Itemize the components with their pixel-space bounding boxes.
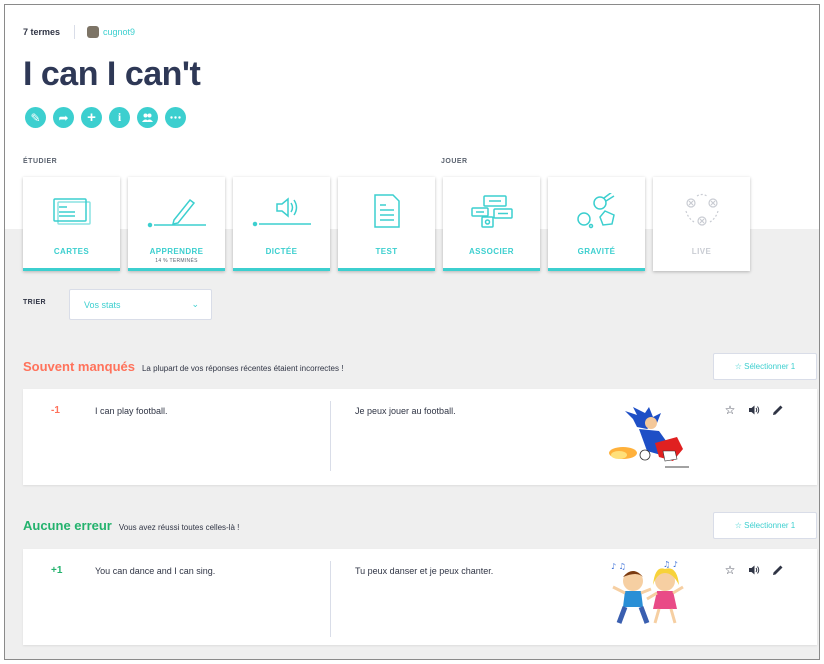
flashcards-icon [52,198,91,225]
add-button[interactable]: + [81,107,102,128]
mode-label: LIVE [691,247,712,256]
gravity-icon [576,193,615,229]
study-section-label: ÉTUDIER [23,158,58,165]
pencil-icon[interactable] [771,403,785,417]
term-divider [330,401,331,471]
group-title: Souvent manqués [23,359,135,374]
term-row: -1 I can play football. Je peux jouer au… [23,389,817,485]
page-frame: 7 termes cugnot9 I can I can't ✎ ➦ + i É… [4,4,820,660]
audio-icon[interactable] [747,403,761,417]
dictation-icon [252,197,311,227]
group-icon [142,113,153,122]
mode-label: TEST [375,247,398,256]
select-button[interactable]: ☆ Sélectionner 1 [713,353,817,380]
study-modes: CARTES APPRENDRE 14 % TERMINÉS DICTÉE TE… [23,177,750,271]
info-icon: i [117,110,122,124]
plus-icon: + [87,109,96,126]
more-button[interactable] [165,107,186,128]
football-image [609,407,689,468]
select-button[interactable]: ☆ Sélectionner 1 [713,512,817,539]
group-header-correct: Aucune erreur Vous avez réussi toutes ce… [23,518,239,533]
learn-progress-text: 14 % TERMINÉS [155,258,198,264]
svg-text:♫ ♪: ♫ ♪ [663,560,678,569]
mode-gravity[interactable]: GRAVITÉ [548,177,645,271]
mode-test[interactable]: TEST [338,177,435,271]
mode-match[interactable]: ASSOCIER [443,177,540,271]
mode-label: GRAVITÉ [577,247,616,256]
chevron-down-icon: ⌄ [191,299,199,309]
page-title: I can I can't [23,55,201,93]
pencil-icon: ✎ [30,110,41,125]
dancing-kids-image: ♪ ♫ ♫ ♪ [611,560,684,624]
term-word: You can dance and I can sing. [95,566,216,576]
term-score: +1 [51,565,63,576]
share-button[interactable]: ➦ [53,107,74,128]
mode-cards[interactable]: CARTES [23,177,120,271]
test-icon [373,194,400,228]
star-icon[interactable]: ☆ [723,403,737,417]
mode-dictation[interactable]: DICTÉE [233,177,330,271]
term-count: 7 termes [23,27,61,37]
mode-label: CARTES [53,247,90,256]
mode-label: DICTÉE [265,247,298,256]
audio-icon[interactable] [747,563,761,577]
edit-button[interactable]: ✎ [25,107,46,128]
term-word: I can play football. [95,406,168,416]
set-meta: 7 termes cugnot9 [23,25,135,39]
class-button[interactable] [137,107,158,128]
match-icon [470,195,513,228]
mode-label: ASSOCIER [469,247,514,256]
term-score: -1 [51,405,60,416]
mode-label: APPRENDRE [149,247,204,256]
meta-divider [74,25,76,39]
info-button[interactable]: i [109,107,130,128]
term-row: +1 You can dance and I can sing. Tu peux… [23,549,817,645]
sort-label: TRIER [23,299,46,306]
term-actions: ☆ [723,403,785,417]
term-divider [330,561,331,637]
group-description: La plupart de vos réponses récentes étai… [141,364,344,373]
svg-text:♪ ♫: ♪ ♫ [611,562,626,571]
more-icon [170,116,181,119]
avatar[interactable] [87,26,100,38]
live-icon [684,193,719,226]
term-definition: Je peux jouer au football. [355,406,456,416]
term-definition: Tu peux danser et je peux chanter. [355,566,494,576]
pencil-icon[interactable] [771,563,785,577]
group-title: Aucune erreur [23,518,112,533]
share-icon: ➦ [58,110,69,125]
username-link[interactable]: cugnot9 [103,27,135,37]
group-header-missed: Souvent manqués La plupart de vos répons… [23,359,343,374]
term-actions: ☆ [723,563,785,577]
mode-live[interactable]: LIVE [653,177,750,271]
set-actions: ✎ ➦ + i [25,107,186,128]
mode-learn[interactable]: APPRENDRE 14 % TERMINÉS [128,177,225,271]
learn-icon [147,198,206,228]
sort-value: Vos stats [84,299,121,310]
star-icon[interactable]: ☆ [723,563,737,577]
play-section-label: JOUER [441,158,468,165]
group-description: Vous avez réussi toutes celles-là ! [118,523,240,532]
sort-select[interactable]: Vos stats ⌄ [69,289,212,320]
